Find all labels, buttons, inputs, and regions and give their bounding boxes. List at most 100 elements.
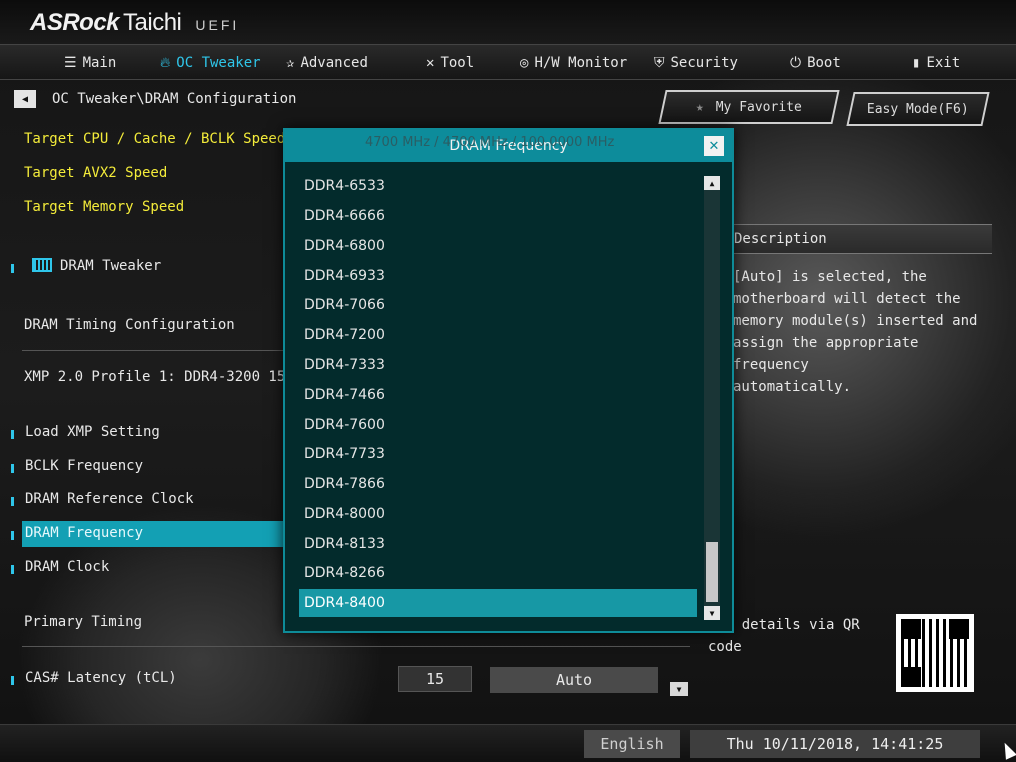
tab-label: Boot [807, 54, 841, 71]
target-cpu-label: Target CPU / Cache / BCLK Speed [24, 131, 286, 147]
brand-series: Taichi [123, 9, 182, 36]
frequency-option[interactable]: DDR4-7866 [299, 470, 697, 498]
xmp-profile-text: XMP 2.0 Profile 1: DDR4-3200 15-1 [24, 369, 303, 385]
star-icon: ★ [696, 99, 704, 115]
frequency-option[interactable]: DDR4-6533 [299, 172, 697, 200]
shield-icon: ⛨ [654, 54, 665, 71]
caret-down-icon: ▼ [709, 608, 715, 618]
caret-left-icon: ◀ [21, 93, 29, 105]
frequency-option[interactable]: DDR4-7333 [299, 351, 697, 379]
cas-dropdown-button[interactable]: ▼ [670, 682, 688, 696]
cas-latency-select[interactable]: Auto [490, 667, 658, 693]
breadcrumb-path: OC Tweaker\DRAM Configuration [52, 91, 297, 107]
frequency-list: DDR4-6533 DDR4-6666 DDR4-6800 DDR4-6933 … [297, 172, 707, 622]
tab-label: OC Tweaker [176, 54, 261, 71]
favorite-label: My Favorite [715, 99, 802, 115]
back-button[interactable]: ◀ [14, 90, 36, 108]
scrollbar[interactable]: ▲ ▼ [704, 176, 720, 620]
tab-oc-tweaker[interactable]: 🔥︎ OC Tweaker [160, 45, 261, 80]
monitor-icon: ◎ [520, 54, 529, 71]
frequency-option[interactable]: DDR4-7733 [299, 440, 697, 468]
frequency-option[interactable]: DDR4-8266 [299, 559, 697, 587]
dram-timing-config-heading: DRAM Timing Configuration [24, 317, 235, 333]
caret-up-icon: ▲ [709, 178, 715, 188]
brand-logo: ASRock Taichi UEFI [30, 9, 239, 37]
frequency-option[interactable]: DDR4-7466 [299, 381, 697, 409]
tab-label: Tool [440, 54, 475, 71]
frequency-option[interactable]: DDR4-7600 [299, 411, 697, 439]
star-icon: ✰ [286, 54, 295, 71]
frequency-option[interactable]: DDR4-8133 [299, 530, 697, 558]
tab-security[interactable]: ⛨ Security [654, 45, 738, 80]
dram-clock-item[interactable]: DRAM Clock [25, 559, 109, 575]
cas-latency-value: 15 [398, 666, 472, 692]
description-heading: Description [720, 224, 992, 254]
dram-frequency-dialog: 4700 MHz / 4700 MHz / 100.0000 MHz DRAM … [283, 128, 734, 633]
tab-label: Main [82, 54, 117, 71]
main-nav: ☰ Main 🔥︎ OC Tweaker ✰ Advanced ✕ Tool ◎ H/W … [0, 44, 1016, 80]
frequency-option[interactable]: DDR4-8000 [299, 500, 697, 528]
dialog-header: 4700 MHz / 4700 MHz / 100.0000 MHz DRAM … [285, 130, 732, 162]
breadcrumb: ◀ OC Tweaker\DRAM Configuration [14, 90, 296, 108]
memory-icon [32, 258, 52, 272]
divider [22, 350, 284, 351]
tools-icon: ✕ [426, 54, 435, 71]
qr-code-icon [901, 619, 969, 687]
dram-tweaker-label: DRAM Tweaker [60, 258, 162, 274]
dram-frequency-item[interactable]: DRAM Frequency [25, 525, 143, 541]
tab-tool[interactable]: ✕ Tool [426, 45, 474, 80]
easy-mode-button[interactable]: Easy Mode(F6) [846, 92, 990, 126]
easy-mode-label: Easy Mode(F6) [867, 101, 969, 117]
qr-code [896, 614, 974, 692]
chevron-down-icon: ▼ [676, 684, 682, 694]
power-icon: ⏻ [790, 54, 802, 71]
scroll-down-button[interactable]: ▼ [704, 606, 720, 620]
frequency-option-selected[interactable]: DDR4-8400 [299, 589, 697, 617]
list-icon: ☰ [64, 54, 77, 71]
tab-advanced[interactable]: ✰ Advanced [286, 45, 368, 80]
close-icon: ✕ [708, 138, 720, 154]
frequency-option[interactable]: DDR4-7200 [299, 321, 697, 349]
frequency-option[interactable]: DDR4-6933 [299, 262, 697, 290]
flame-icon: 🔥︎ [160, 54, 171, 71]
frequency-option[interactable]: DDR4-7066 [299, 291, 697, 319]
target-memory-label: Target Memory Speed [24, 199, 185, 215]
dram-reference-clock-item[interactable]: DRAM Reference Clock [25, 491, 194, 507]
qr-label: Get details via QR code [708, 617, 860, 655]
dialog-background-text: 4700 MHz / 4700 MHz / 100.0000 MHz [365, 135, 615, 150]
close-button[interactable]: ✕ [704, 136, 724, 156]
tab-main[interactable]: ☰ Main [64, 45, 116, 80]
target-avx2-label: Target AVX2 Speed [24, 165, 168, 181]
tab-label: H/W Monitor [534, 54, 628, 71]
brand-suffix: UEFI [195, 17, 240, 33]
tab-label: Advanced [300, 54, 368, 71]
item-bullet [11, 676, 14, 685]
tab-label: Security [670, 54, 738, 71]
scroll-thumb[interactable] [706, 542, 718, 602]
item-bullet [11, 531, 14, 540]
item-bullet [11, 264, 14, 273]
tab-hw-monitor[interactable]: ◎ H/W Monitor [520, 45, 627, 80]
primary-timing-heading: Primary Timing [24, 614, 143, 630]
datetime-display: Thu 10/11/2018, 14:41:25 [690, 730, 980, 758]
tab-boot[interactable]: ⏻ Boot [790, 45, 841, 80]
my-favorite-button[interactable]: ★ My Favorite [658, 90, 840, 124]
tab-exit[interactable]: ▮ Exit [912, 45, 960, 80]
cas-latency-item[interactable]: CAS# Latency (tCL) [25, 670, 177, 686]
item-bullet [11, 430, 14, 439]
description-text: [Auto] is selected, the motherboard will… [733, 269, 978, 395]
load-xmp-setting-item[interactable]: Load XMP Setting [25, 424, 160, 440]
divider [22, 646, 690, 647]
logo-bar: ASRock Taichi UEFI [0, 0, 1016, 44]
dram-tweaker-item[interactable]: DRAM Tweaker [32, 258, 161, 274]
item-bullet [11, 565, 14, 574]
exit-icon: ▮ [912, 54, 921, 71]
frequency-option[interactable]: DDR4-6800 [299, 232, 697, 260]
language-button[interactable]: English [584, 730, 680, 758]
item-bullet [11, 464, 14, 473]
brand-name: ASRock [30, 9, 120, 36]
scroll-up-button[interactable]: ▲ [704, 176, 720, 190]
bclk-frequency-item[interactable]: BCLK Frequency [25, 458, 143, 474]
tab-label: Exit [926, 54, 961, 71]
frequency-option[interactable]: DDR4-6666 [299, 202, 697, 230]
